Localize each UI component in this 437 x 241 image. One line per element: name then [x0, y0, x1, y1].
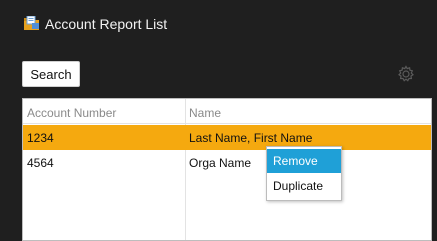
column-header-account-number[interactable]: Account Number	[27, 106, 116, 120]
gear-icon[interactable]	[396, 64, 416, 84]
window-title: Account Report List	[45, 16, 168, 32]
menu-item-remove[interactable]: Remove	[267, 149, 341, 173]
title-bar: Account Report List	[0, 0, 437, 46]
account-table: Account Number Name 1234 Last Name, Firs…	[22, 98, 432, 241]
account-number-cell: 4564	[27, 156, 54, 170]
table-header: Account Number Name	[23, 99, 431, 124]
table-row[interactable]: 4564 Orga Name	[23, 150, 431, 175]
search-button[interactable]: Search	[22, 61, 80, 87]
column-header-name[interactable]: Name	[189, 106, 221, 120]
name-cell: Orga Name	[189, 156, 252, 170]
name-cell: Last Name, First Name	[189, 131, 313, 145]
context-menu: Remove Duplicate	[266, 146, 342, 201]
report-folder-icon	[23, 15, 40, 31]
account-number-cell: 1234	[27, 131, 54, 145]
table-row[interactable]: 1234 Last Name, First Name	[23, 125, 431, 150]
menu-item-duplicate[interactable]: Duplicate	[267, 174, 341, 198]
